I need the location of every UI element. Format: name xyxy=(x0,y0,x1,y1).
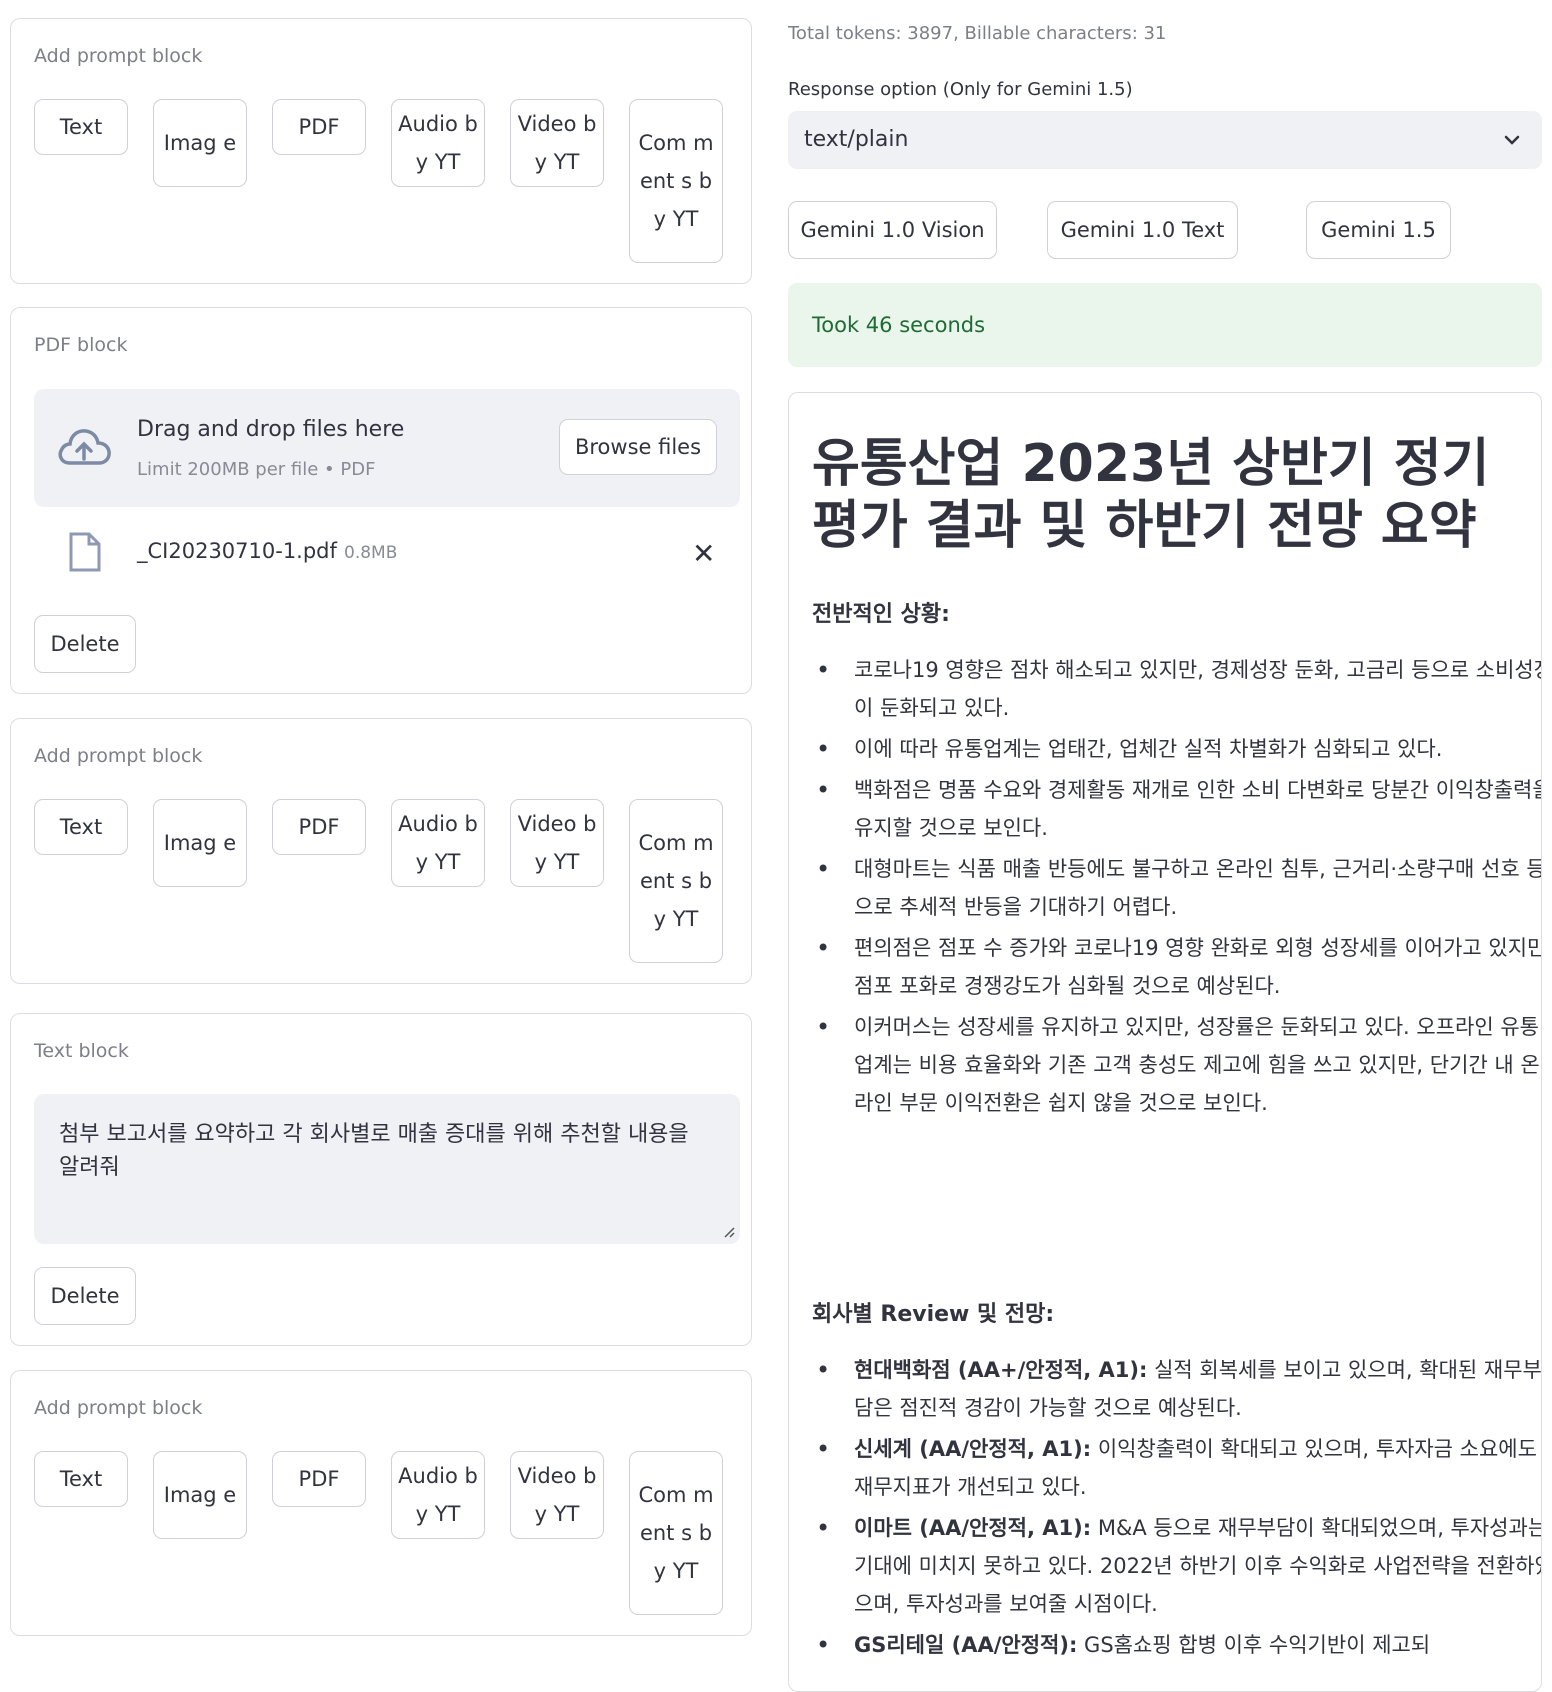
add-video-button[interactable]: Video by YT xyxy=(510,799,604,887)
model-gemini-1-0-vision-button[interactable]: Gemini 1.0 Vision xyxy=(788,201,997,259)
add-text-button[interactable]: Text xyxy=(34,99,128,155)
output-title: 유통산업 2023년 상반기 정기 평가 결과 및 하반기 전망 요약 xyxy=(812,434,1490,556)
list-item: 편의점은 점포 수 증가와 코로나19 영향 완화로 외형 성장세를 이어가고 … xyxy=(816,929,1541,1005)
list-item: 신세계 (AA/안정적, A1): 이익창출력이 확대되고 있으며, 투자자금 … xyxy=(816,1430,1541,1506)
dropzone-title: Drag and drop files here xyxy=(137,417,405,442)
resize-handle-icon[interactable] xyxy=(723,1226,735,1238)
success-alert: Took 46 seconds xyxy=(788,283,1542,367)
list-item: 이커머스는 성장세를 유지하고 있지만, 성장률은 둔화되고 있다. 오프라인 … xyxy=(816,1008,1541,1122)
section-heading: 전반적인 상황: xyxy=(812,602,950,627)
remove-file-icon[interactable]: ✕ xyxy=(692,537,715,570)
add-comments-button[interactable]: Com ment s by YT xyxy=(629,99,723,263)
add-prompt-block: Add prompt block Text Imag e PDF Audio b… xyxy=(10,1370,752,1636)
add-audio-button[interactable]: Audio by YT xyxy=(391,799,485,887)
delete-button[interactable]: Delete xyxy=(34,1267,136,1325)
list-item: 현대백화점 (AA+/안정적, A1): 실적 회복세를 보이고 있으며, 확대… xyxy=(816,1351,1541,1427)
company-name: GS리테일 (AA/안정적): xyxy=(854,1633,1078,1657)
block-label: Text block xyxy=(34,1040,129,1062)
file-icon xyxy=(69,532,101,572)
add-pdf-button[interactable]: PDF xyxy=(272,1451,366,1507)
pdf-block: PDF block Drag and drop files here Limit… xyxy=(10,307,752,694)
overview-list: 코로나19 영향은 점차 해소되고 있지만, 경제성장 둔화, 고금리 등으로 … xyxy=(812,651,1541,1125)
delete-button[interactable]: Delete xyxy=(34,615,136,673)
chevron-down-icon xyxy=(1504,135,1520,145)
add-video-button[interactable]: Video by YT xyxy=(510,99,604,187)
file-size: 0.8MB xyxy=(344,543,398,563)
add-image-button[interactable]: Imag e xyxy=(153,99,247,187)
company-name: 현대백화점 (AA+/안정적, A1): xyxy=(854,1358,1148,1382)
add-video-button[interactable]: Video by YT xyxy=(510,1451,604,1539)
section-heading: 회사별 Review 및 전망: xyxy=(812,1302,1055,1327)
response-output: 유통산업 2023년 상반기 정기 평가 결과 및 하반기 전망 요약 전반적인… xyxy=(788,392,1542,1692)
uploaded-file: _CI20230710-1.pdf 0.8MB ✕ xyxy=(34,525,740,585)
add-text-button[interactable]: Text xyxy=(34,799,128,855)
block-label: Add prompt block xyxy=(34,745,203,767)
add-text-button[interactable]: Text xyxy=(34,1451,128,1507)
file-name: _CI20230710-1.pdf xyxy=(137,539,337,563)
add-audio-button[interactable]: Audio by YT xyxy=(391,1451,485,1539)
model-gemini-1-5-button[interactable]: Gemini 1.5 xyxy=(1306,201,1451,259)
file-dropzone[interactable]: Drag and drop files here Limit 200MB per… xyxy=(34,389,740,507)
block-label: PDF block xyxy=(34,334,128,356)
response-option-select[interactable]: text/plain xyxy=(788,111,1542,169)
block-label: Add prompt block xyxy=(34,45,203,67)
list-item: 백화점은 명품 수요와 경제활동 재개로 인한 소비 다변화로 당분간 이익창출… xyxy=(816,771,1541,847)
add-pdf-button[interactable]: PDF xyxy=(272,799,366,855)
list-item: 대형마트는 식품 매출 반등에도 불구하고 온라인 침투, 근거리·소량구매 선… xyxy=(816,850,1541,926)
add-prompt-block: Add prompt block Text Imag e PDF Audio b… xyxy=(10,18,752,284)
response-option-value: text/plain xyxy=(804,127,909,152)
list-item: 코로나19 영향은 점차 해소되고 있지만, 경제성장 둔화, 고금리 등으로 … xyxy=(816,651,1541,727)
add-pdf-button[interactable]: PDF xyxy=(272,99,366,155)
company-list: 현대백화점 (AA+/안정적, A1): 실적 회복세를 보이고 있으며, 확대… xyxy=(812,1351,1541,1667)
list-item: GS리테일 (AA/안정적): GS홈쇼핑 합병 이후 수익기반이 제고되 xyxy=(816,1626,1541,1664)
upload-cloud-icon xyxy=(58,429,111,465)
text-block: Text block 첨부 보고서를 요약하고 각 회사별로 매출 증대를 위해… xyxy=(10,1013,752,1346)
list-item: 이마트 (AA/안정적, A1): M&A 등으로 재무부담이 확대되었으며, … xyxy=(816,1509,1541,1623)
browse-files-button[interactable]: Browse files xyxy=(559,419,717,475)
add-image-button[interactable]: Imag e xyxy=(153,799,247,887)
add-comments-button[interactable]: Com ment s by YT xyxy=(629,799,723,963)
add-image-button[interactable]: Imag e xyxy=(153,1451,247,1539)
company-name: 이마트 (AA/안정적, A1): xyxy=(854,1516,1092,1540)
token-count: Total tokens: 3897, Billable characters:… xyxy=(788,23,1167,44)
prompt-textarea[interactable]: 첨부 보고서를 요약하고 각 회사별로 매출 증대를 위해 추천할 내용을 알려… xyxy=(34,1094,740,1244)
model-gemini-1-0-text-button[interactable]: Gemini 1.0 Text xyxy=(1047,201,1238,259)
block-label: Add prompt block xyxy=(34,1397,203,1419)
response-option-label: Response option (Only for Gemini 1.5) xyxy=(788,79,1133,100)
add-audio-button[interactable]: Audio by YT xyxy=(391,99,485,187)
add-prompt-block: Add prompt block Text Imag e PDF Audio b… xyxy=(10,718,752,984)
add-comments-button[interactable]: Com ment s by YT xyxy=(629,1451,723,1615)
list-item: 이에 따라 유통업계는 업태간, 업체간 실적 차별화가 심화되고 있다. xyxy=(816,730,1541,768)
company-name: 신세계 (AA/안정적, A1): xyxy=(854,1437,1092,1461)
dropzone-limit: Limit 200MB per file • PDF xyxy=(137,459,376,480)
